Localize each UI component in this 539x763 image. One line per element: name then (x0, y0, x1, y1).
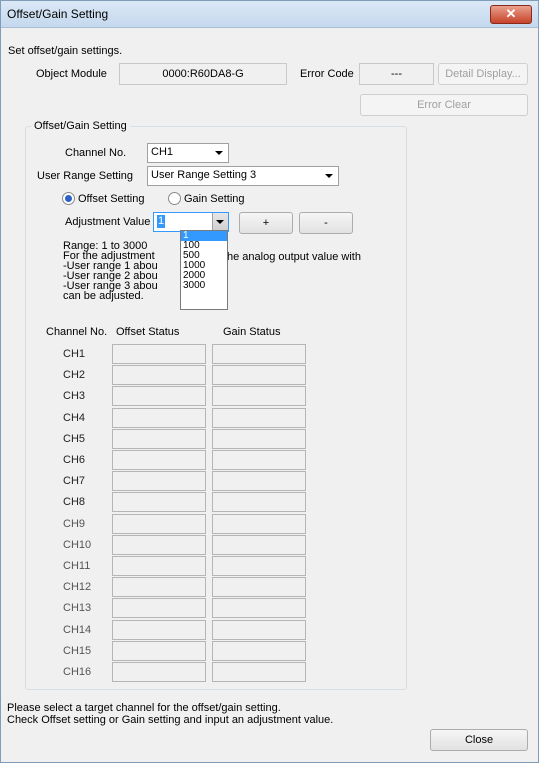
gain-status-box (212, 365, 306, 386)
gain-status-box (212, 386, 306, 407)
adjustment-value: 1 (157, 215, 166, 228)
adjustment-value-dropdown: 1 100 500 1000 2000 3000 (180, 230, 228, 310)
object-module-label: Object Module (36, 68, 107, 80)
channel-row-label: CH9 (63, 517, 86, 530)
offset-gain-dialog: Offset/Gain Setting ✕ Set offset/gain se… (0, 0, 539, 763)
col-header-offset-status: Offset Status (116, 326, 180, 338)
channel-select-value: CH1 (151, 146, 174, 158)
user-range-label: User Range Setting (37, 170, 133, 182)
gain-status-box (212, 640, 306, 661)
channel-row-label: CH13 (63, 602, 92, 615)
offset-status-box (112, 344, 206, 364)
offset-status-box (112, 577, 206, 598)
gain-status-box (212, 428, 306, 449)
offset-setting-radio[interactable] (62, 192, 75, 205)
gain-setting-radio[interactable] (168, 192, 181, 205)
error-code-value: --- (359, 63, 434, 85)
offset-status-box (112, 407, 206, 428)
gain-status-box (212, 556, 306, 576)
channel-row-label: CH5 (63, 432, 86, 445)
gain-status-box (212, 450, 306, 470)
info-right-text: he analog output value with (227, 251, 361, 263)
channel-no-label: Channel No. (65, 147, 127, 159)
offset-status-box (112, 534, 206, 555)
gain-status-box (212, 619, 306, 640)
offset-status-box (112, 640, 206, 661)
info-line: can be adjusted. (63, 290, 144, 302)
channel-row-label: CH3 (63, 390, 86, 403)
title-bar: Offset/Gain Setting ✕ (1, 1, 538, 28)
offset-status-box (112, 662, 206, 682)
footer-line: Check Offset setting or Gain setting and… (7, 714, 334, 726)
detail-display-button[interactable]: Detail Display... (438, 63, 528, 85)
adjustment-value-select[interactable]: 1 (153, 212, 229, 232)
gain-status-box (212, 513, 306, 534)
footer-help: Please select a target channel for the o… (7, 702, 333, 726)
channel-select[interactable]: CH1 (147, 143, 229, 163)
channel-row-label: CH14 (63, 623, 92, 636)
channel-row-label: CH2 (63, 369, 86, 382)
chevron-down-icon (325, 174, 333, 178)
channel-row-label: CH8 (63, 496, 86, 509)
gain-setting-label: Gain Setting (184, 193, 245, 205)
adjustment-dropdown-button[interactable] (212, 213, 228, 231)
dropdown-option[interactable]: 3000 (181, 281, 227, 291)
gain-status-box (212, 598, 306, 619)
col-header-gain-status: Gain Status (223, 326, 281, 338)
gain-status-box (212, 344, 306, 364)
offset-status-box (112, 450, 206, 470)
group-label: Offset/Gain Setting (31, 120, 130, 132)
col-header-channel: Channel No. (46, 326, 108, 338)
gain-status-box (212, 471, 306, 492)
channel-row-label: CH10 (63, 538, 92, 551)
channel-row-label: CH15 (63, 644, 92, 657)
channel-row-label: CH11 (63, 560, 91, 572)
minus-button[interactable]: - (299, 212, 353, 234)
offset-status-box (112, 513, 206, 534)
intro-text: Set offset/gain settings. (8, 45, 123, 57)
channel-row-label: CH1 (63, 348, 86, 360)
object-module-value: 0000:R60DA8-G (119, 63, 287, 85)
window-title: Offset/Gain Setting (7, 7, 109, 21)
adjustment-value-label: Adjustment Value (65, 216, 151, 228)
offset-status-box (112, 471, 206, 492)
user-range-value: User Range Setting 3 (151, 169, 257, 181)
close-icon[interactable]: ✕ (490, 5, 532, 24)
offset-status-box (112, 598, 206, 619)
gain-status-box (212, 662, 306, 682)
error-code-label: Error Code (300, 68, 354, 80)
chevron-down-icon (216, 220, 224, 224)
offset-setting-label: Offset Setting (78, 193, 145, 205)
channel-row-label: CH12 (63, 581, 92, 594)
gain-status-box (212, 577, 306, 598)
channel-row-label: CH6 (63, 454, 86, 466)
offset-status-box (112, 619, 206, 640)
close-button[interactable]: Close (430, 729, 528, 751)
gain-status-box (212, 534, 306, 555)
offset-status-box (112, 386, 206, 407)
range-info: Range: 1 to 3000 For the adjustment -Use… (63, 241, 158, 302)
channel-row-label: CH16 (63, 666, 92, 678)
user-range-select[interactable]: User Range Setting 3 (147, 166, 339, 186)
channel-row-label: CH4 (63, 411, 86, 424)
chevron-down-icon (215, 151, 223, 155)
plus-button[interactable]: + (239, 212, 293, 234)
error-clear-button[interactable]: Error Clear (360, 94, 528, 116)
offset-status-box (112, 428, 206, 449)
gain-status-box (212, 407, 306, 428)
channel-row-label: CH7 (63, 475, 86, 488)
offset-status-box (112, 492, 206, 513)
footer-line: Please select a target channel for the o… (7, 702, 281, 714)
offset-status-box (112, 556, 206, 576)
offset-status-box (112, 365, 206, 386)
gain-status-box (212, 492, 306, 513)
